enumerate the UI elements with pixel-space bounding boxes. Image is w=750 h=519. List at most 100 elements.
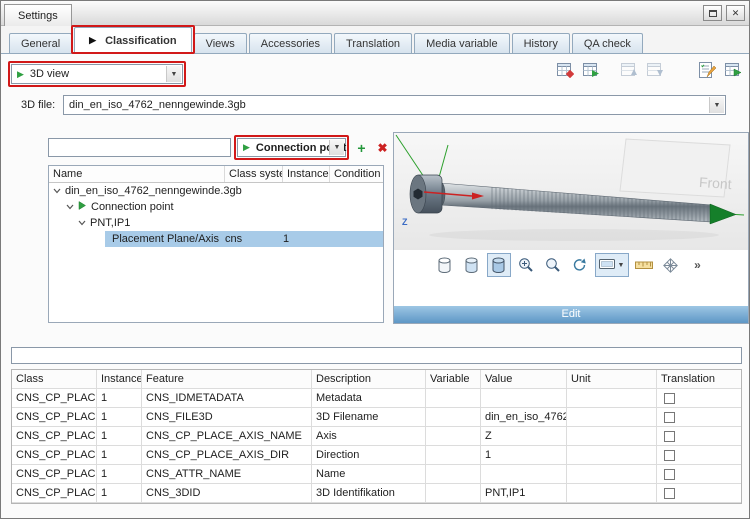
tab-qa-check[interactable]: QA check — [572, 33, 643, 53]
chevron-expanded-icon[interactable] — [53, 183, 62, 199]
col-class[interactable]: Class — [12, 370, 97, 389]
tab-views[interactable]: Views — [194, 33, 247, 53]
feature-row[interactable]: CNS_CP_PLACE_PA 1 CNS_FILE3D 3D Filename… — [12, 408, 741, 427]
translation-checkbox[interactable] — [664, 488, 675, 499]
feature-row[interactable]: CNS_CP_PLACE_PA 1 CNS_ATTR_NAME Name — [12, 465, 741, 484]
add-connection-point-button[interactable]: + — [353, 139, 370, 156]
tree-header: Name Class system Instance Condition — [49, 166, 383, 183]
plus-icon: + — [357, 140, 365, 156]
translation-checkbox[interactable] — [664, 393, 675, 404]
chevron-expanded-icon[interactable] — [66, 199, 75, 215]
tree-col-condition[interactable]: Condition — [330, 166, 383, 182]
delete-icon: ✖ — [377, 141, 387, 155]
feature-table: Class Instance Feature Description Varia… — [11, 369, 742, 504]
feature-table-header: Class Instance Feature Description Varia… — [12, 370, 741, 389]
view-mode-dropdown[interactable]: ▼ — [595, 253, 629, 277]
cell-class: CNS_CP_PLACE_PA — [12, 446, 97, 465]
col-instance[interactable]: Instance — [97, 370, 142, 389]
cell-class: CNS_CP_PLACE_PA — [12, 465, 97, 484]
tree-cell — [330, 199, 383, 215]
col-feature[interactable]: Feature — [142, 370, 312, 389]
tab-accessories[interactable]: Accessories — [249, 33, 332, 53]
tab-translation[interactable]: Translation — [334, 33, 412, 53]
tree-cell — [330, 215, 383, 231]
cell-variable — [426, 427, 481, 446]
cell-variable — [426, 465, 481, 484]
feature-row[interactable]: CNS_CP_PLACE_PA 1 CNS_3DID 3D Identifika… — [12, 484, 741, 503]
classification-page: ▶ 3D view ▼ — [1, 53, 749, 518]
edit-qa-list-icon[interactable] — [698, 61, 717, 79]
chevron-down-icon[interactable]: ▼ — [166, 66, 181, 82]
cell-unit — [567, 389, 657, 408]
tab-label: Accessories — [261, 38, 320, 50]
view-type-combobox[interactable]: ▶ 3D view ▼ — [11, 64, 183, 84]
connection-point-combobox[interactable]: ▶ Connection point ▼ — [237, 138, 346, 157]
col-translation[interactable]: Translation — [657, 370, 741, 389]
col-unit[interactable]: Unit — [567, 370, 657, 389]
tab-classification[interactable]: ▶ Classification — [74, 27, 191, 53]
tree-row-connection-point[interactable]: Connection point — [49, 199, 383, 215]
cell-description: Name — [312, 465, 426, 484]
cell-feature: CNS_FILE3D — [142, 408, 312, 427]
tree-cell — [283, 215, 330, 231]
file-combobox[interactable]: din_en_iso_4762_nenngewinde.3gb ▼ — [63, 95, 726, 115]
translation-checkbox[interactable] — [664, 431, 675, 442]
cell-value: din_en_iso_4762_n... — [481, 408, 567, 427]
cylinder-shaded-view-icon[interactable] — [460, 253, 484, 277]
maximize-button[interactable] — [703, 5, 722, 21]
link-table-icon[interactable] — [582, 61, 601, 79]
feature-row[interactable]: CNS_CP_PLACE_PA 1 CNS_IDMETADATA Metadat… — [12, 389, 741, 408]
close-button[interactable]: ✕ — [726, 5, 745, 21]
cell-description: Metadata — [312, 389, 426, 408]
tree-col-class-system[interactable]: Class system — [225, 166, 283, 182]
file-value: din_en_iso_4762_nenngewinde.3gb — [69, 99, 246, 111]
3d-viewport[interactable]: Front Z — [394, 133, 748, 250]
zoom-in-icon[interactable] — [514, 253, 538, 277]
move-row-up-icon[interactable] — [620, 61, 639, 79]
green-play-icon: ▶ — [17, 69, 24, 80]
cell-variable — [426, 484, 481, 503]
translation-checkbox[interactable] — [664, 450, 675, 461]
feature-row[interactable]: CNS_CP_PLACE_PA 1 CNS_CP_PLACE_AXIS_NAME… — [12, 427, 741, 446]
delete-connection-point-button[interactable]: ✖ — [374, 139, 391, 156]
translation-checkbox[interactable] — [664, 412, 675, 423]
zoom-fit-icon[interactable] — [541, 253, 565, 277]
tree-row-root[interactable]: din_en_iso_4762_nenngewinde.3gb — [49, 183, 383, 199]
tree-col-instance[interactable]: Instance — [283, 166, 330, 182]
toolbar-overflow-button[interactable]: » — [686, 253, 710, 277]
measure-ruler-icon[interactable] — [632, 253, 656, 277]
col-value[interactable]: Value — [481, 370, 567, 389]
edit-button[interactable]: Edit — [394, 306, 748, 323]
tab-general[interactable]: General — [9, 33, 72, 53]
chevron-down-icon[interactable]: ▼ — [709, 97, 724, 113]
translation-checkbox[interactable] — [664, 469, 675, 480]
tree-filter-input[interactable] — [48, 138, 231, 157]
col-description[interactable]: Description — [312, 370, 426, 389]
wireframe-mesh-icon[interactable] — [659, 253, 683, 277]
tab-label: Classification — [105, 35, 177, 47]
rotate-view-icon[interactable] — [568, 253, 592, 277]
cylinder-view-icon[interactable] — [433, 253, 457, 277]
tree-node-label: din_en_iso_4762_nenngewinde.3gb — [65, 185, 242, 197]
tab-label: Views — [206, 38, 235, 50]
tree-row-pnt-ip1[interactable]: PNT,IP1 — [49, 215, 383, 231]
tab-media-variable[interactable]: Media variable — [414, 33, 510, 53]
chevron-down-icon[interactable]: ▼ — [329, 140, 344, 155]
tree-col-name[interactable]: Name — [49, 166, 225, 182]
tab-history[interactable]: History — [512, 33, 570, 53]
tab-settings-window[interactable]: Settings — [4, 4, 72, 26]
export-table-icon[interactable] — [724, 61, 743, 79]
chevron-expanded-icon[interactable] — [78, 215, 87, 231]
overflow-chevrons-icon: » — [694, 258, 701, 272]
open-table-icon[interactable] — [556, 61, 575, 79]
active-tab-arrow-icon: ▶ — [89, 35, 96, 46]
cell-description: Axis — [312, 427, 426, 446]
tree-row-placement-plane-axis-selected[interactable]: Placement Plane/Axis cns 1 — [49, 231, 383, 247]
cylinder-solid-view-icon[interactable] — [487, 253, 511, 277]
feature-row[interactable]: CNS_CP_PLACE_PA 1 CNS_CP_PLACE_AXIS_DIR … — [12, 446, 741, 465]
col-variable[interactable]: Variable — [426, 370, 481, 389]
classification-toolbar — [556, 61, 743, 79]
feature-filter-input[interactable] — [11, 347, 742, 364]
tab-label: Media variable — [426, 38, 498, 50]
move-row-down-icon[interactable] — [646, 61, 665, 79]
